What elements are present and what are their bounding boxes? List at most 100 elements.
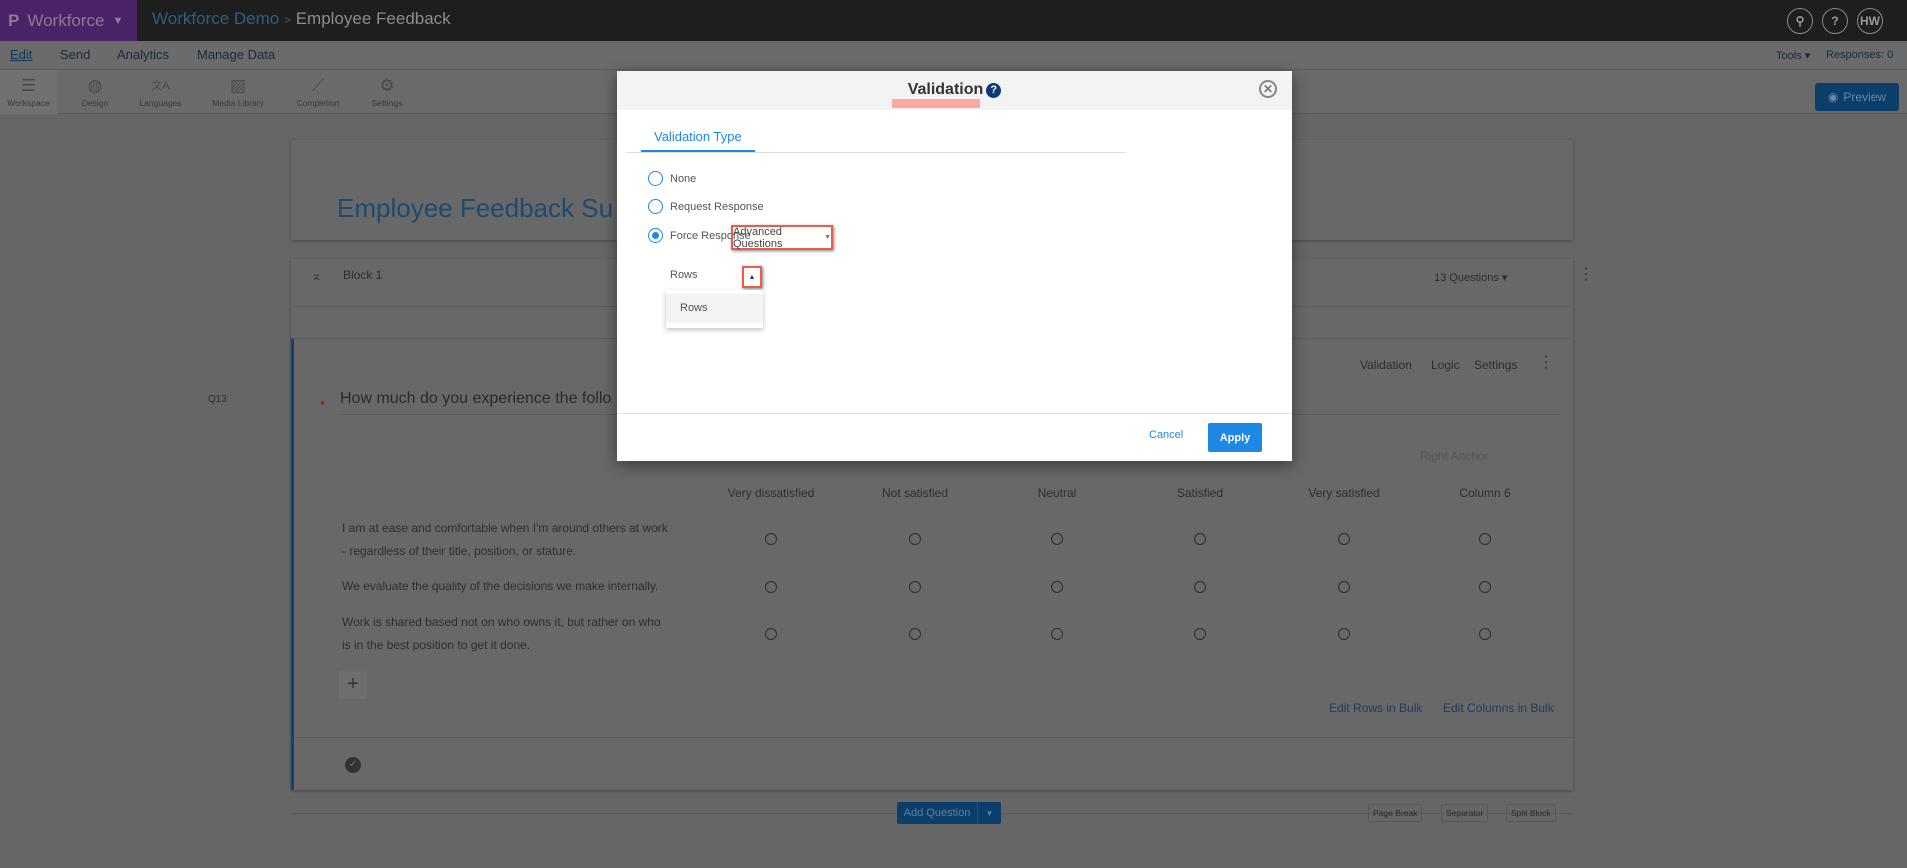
avatar[interactable]: HW	[1857, 8, 1883, 34]
tool-workspace[interactable]: ☰ Workspace	[0, 70, 57, 114]
preview-button[interactable]: ◉ Preview	[1815, 83, 1899, 111]
apply-button[interactable]: Apply	[1208, 423, 1262, 452]
cancel-button[interactable]: Cancel	[1149, 429, 1183, 441]
breadcrumb-page: Employee Feedback	[295, 9, 451, 28]
column-header[interactable]: Neutral	[1038, 486, 1077, 500]
matrix-radio[interactable]	[1479, 533, 1491, 545]
matrix-radio[interactable]	[765, 628, 777, 640]
collapse-icon[interactable]: ⌅	[311, 268, 322, 284]
separator-button[interactable]: Separator	[1441, 804, 1489, 822]
radio-label: Request Response	[670, 200, 764, 213]
badge-check-icon[interactable]: ✓	[345, 757, 361, 773]
palette-icon: ◍	[87, 75, 103, 95]
rows-dropdown-toggle[interactable]: ▲	[742, 266, 762, 288]
tool-design[interactable]: ◍ Design	[70, 70, 120, 114]
breadcrumb: Workforce Demo > Employee Feedback	[152, 9, 451, 29]
survey-title[interactable]: Employee Feedback Su	[337, 193, 613, 224]
page-break-button[interactable]: Page Break	[1368, 804, 1423, 822]
divider	[294, 737, 1573, 738]
matrix-radio[interactable]	[909, 533, 921, 545]
matrix-radio[interactable]	[909, 628, 921, 640]
column-header[interactable]: Not satisfied	[882, 486, 948, 500]
brand-menu[interactable]: P Workforce ▼	[0, 0, 137, 41]
matrix-radio[interactable]	[1051, 533, 1063, 545]
magic-wand-icon: ⟋	[312, 75, 324, 95]
matrix-radio[interactable]	[1479, 628, 1491, 640]
image-icon: ▨	[229, 75, 247, 95]
matrix-radio[interactable]	[1051, 581, 1063, 593]
radio-request-response[interactable]: Request Response	[648, 199, 764, 214]
edit-rows-bulk-link[interactable]: Edit Rows in Bulk	[1329, 701, 1422, 715]
matrix-radio[interactable]	[909, 581, 921, 593]
nav-manage-data[interactable]: Manage Data	[197, 47, 275, 62]
row-label[interactable]: I am at ease and comfortable when I'm ar…	[342, 517, 672, 563]
column-header[interactable]: Very dissatisfied	[728, 486, 815, 500]
radio-none[interactable]: None	[648, 171, 696, 186]
nav-send[interactable]: Send	[60, 47, 90, 62]
matrix-radio[interactable]	[1338, 628, 1350, 640]
tool-label: Settings	[371, 97, 403, 108]
tool-completion[interactable]: ⟋ Completion	[290, 70, 346, 114]
block-more-icon[interactable]: ⋮	[1578, 264, 1594, 284]
breadcrumb-project[interactable]: Workforce Demo	[152, 9, 279, 28]
radio-circle[interactable]	[648, 228, 663, 243]
menu-item-rows[interactable]: Rows	[666, 294, 763, 323]
matrix-radio[interactable]	[1194, 628, 1206, 640]
caret-down-icon: ▼	[824, 234, 831, 241]
matrix-radio[interactable]	[765, 533, 777, 545]
responses-count: Responses: 0	[1826, 49, 1894, 61]
modal-title-text: Validation	[907, 81, 984, 98]
edit-columns-bulk-link[interactable]: Edit Columns in Bulk	[1443, 701, 1554, 715]
validation-modal: Validation? ✕ Validation Type None Reque…	[617, 71, 1292, 461]
rows-dropdown-menu: Rows	[666, 290, 763, 328]
radio-circle[interactable]	[648, 199, 663, 214]
question-validation-link[interactable]: Validation	[1360, 358, 1412, 372]
matrix-radio[interactable]	[1194, 581, 1206, 593]
page-break-label: Page Break	[1373, 808, 1418, 818]
caret-down-icon[interactable]: ▼	[978, 802, 1001, 824]
add-row-button[interactable]: +	[339, 671, 367, 699]
tool-settings[interactable]: ⚙ Settings	[364, 70, 410, 114]
close-icon[interactable]: ✕	[1259, 80, 1277, 98]
row-label[interactable]: Work is shared based not on who owns it,…	[342, 611, 672, 657]
right-anchor-label[interactable]: Right Anchor	[1420, 449, 1489, 463]
question-more-icon[interactable]: ⋮	[1538, 352, 1554, 372]
matrix-radio[interactable]	[1194, 533, 1206, 545]
matrix-radio[interactable]	[1338, 581, 1350, 593]
split-block-button[interactable]: Split Block	[1506, 804, 1556, 822]
caret-down-icon: ▼	[112, 14, 124, 27]
question-count-dropdown[interactable]: 13 Questions ▾	[1434, 271, 1507, 284]
required-mark: *	[320, 398, 325, 412]
add-question-button[interactable]: Add Question ▼	[897, 802, 1001, 824]
help-icon[interactable]: ?	[1822, 8, 1848, 34]
matrix-radio[interactable]	[765, 581, 777, 593]
tool-media-library[interactable]: ▨ Media Library	[205, 70, 271, 114]
modal-footer-divider	[617, 413, 1292, 414]
matrix-radio[interactable]	[1051, 628, 1063, 640]
matrix-radio[interactable]	[1338, 533, 1350, 545]
search-icon[interactable]: ⚲	[1787, 8, 1813, 34]
gear-icon: ⚙	[379, 75, 395, 95]
nav-analytics[interactable]: Analytics	[117, 47, 169, 62]
tool-label: Media Library	[212, 97, 264, 108]
tool-languages[interactable]: 文A Languages	[133, 70, 188, 114]
row-label[interactable]: We evaluate the quality of the decisions…	[342, 575, 702, 598]
advanced-questions-dropdown[interactable]: Advanced Questions ▼	[731, 225, 833, 250]
workspace-icon: ☰	[20, 75, 37, 95]
help-icon[interactable]: ?	[986, 83, 1002, 98]
breadcrumb-sep: >	[283, 13, 291, 27]
nav-edit[interactable]: Edit	[10, 47, 32, 62]
question-id: Q13	[208, 394, 227, 405]
question-text[interactable]: How much do you experience the follo	[340, 390, 611, 408]
question-logic-link[interactable]: Logic	[1431, 358, 1460, 372]
tools-menu[interactable]: Tools ▾	[1776, 49, 1810, 62]
tool-label: Completion	[296, 97, 340, 108]
column-header[interactable]: Column 6	[1459, 486, 1510, 500]
column-header[interactable]: Satisfied	[1177, 486, 1223, 500]
tab-validation-type[interactable]: Validation Type	[641, 129, 755, 152]
question-settings-link[interactable]: Settings	[1474, 358, 1517, 372]
radio-circle[interactable]	[648, 171, 663, 186]
column-header[interactable]: Very satisfied	[1308, 486, 1379, 500]
matrix-radio[interactable]	[1479, 581, 1491, 593]
block-name[interactable]: Block 1	[343, 268, 382, 282]
